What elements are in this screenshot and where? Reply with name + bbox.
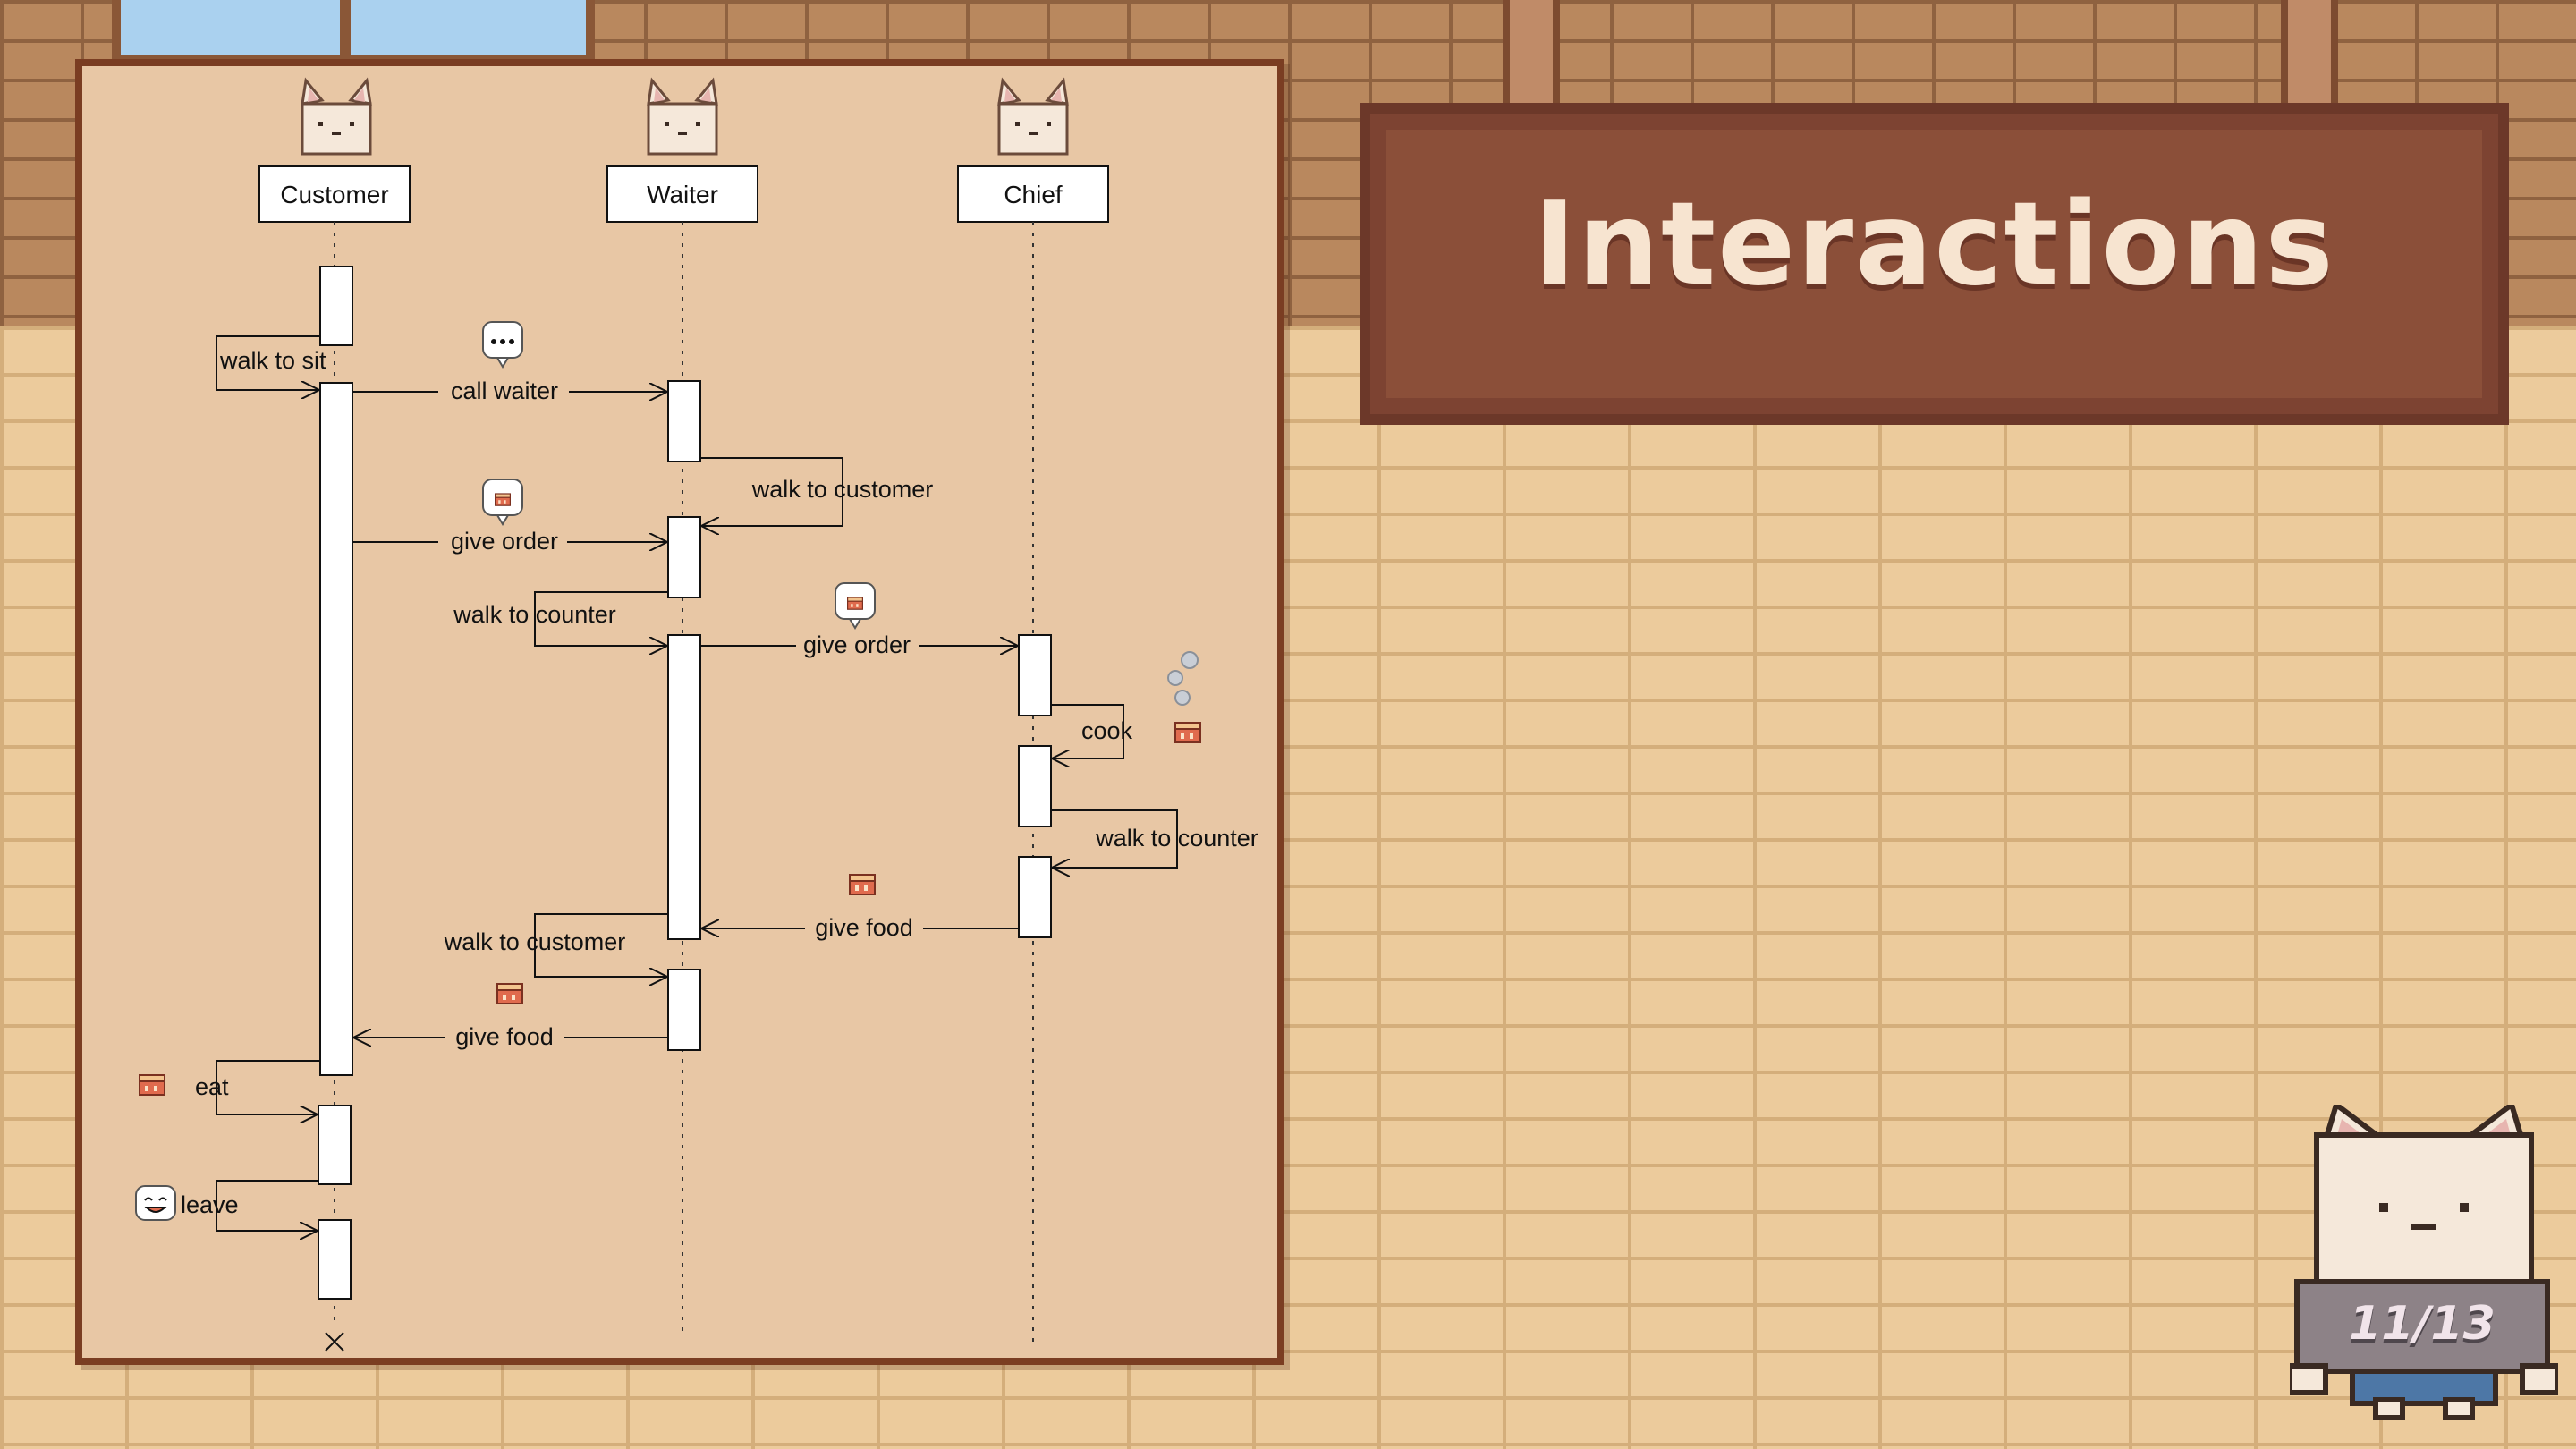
cake-icon-cook: [1174, 722, 1201, 743]
msg-eat: eat: [195, 1073, 229, 1100]
cake-icon-food-2: [496, 983, 523, 1004]
sequence-diagram-board: Customer Waiter Chief walk to sit call w…: [75, 59, 1284, 1365]
lifeline-label-waiter: Waiter: [647, 181, 718, 208]
lifeline-label-customer: Customer: [280, 181, 388, 208]
msg-call-waiter: call waiter: [451, 377, 558, 404]
happy-face-icon: [135, 1185, 176, 1221]
chief-cat-icon: [997, 79, 1069, 156]
page-indicator: 11/13: [2349, 1297, 2496, 1351]
msg-give-food-1: give food: [815, 914, 913, 941]
mascot-cat: [2290, 1105, 2558, 1420]
msg-give-order-1: give order: [451, 528, 558, 555]
cake-icon-food-1: [849, 874, 876, 895]
slide-title: Interactions: [1533, 178, 2335, 311]
customer-destroy-mark: [325, 1332, 344, 1352]
lifeline-label-chief: Chief: [1004, 181, 1063, 208]
speech-bubble-icon: [482, 321, 523, 368]
msg-cook: cook: [1081, 717, 1133, 744]
sign-post-left: [1503, 0, 1560, 107]
order-bubble-icon: [482, 479, 523, 525]
msg-give-order-2: give order: [803, 631, 911, 658]
activation-bars: [318, 266, 1052, 1300]
window: [112, 0, 595, 64]
steam-icon: [1167, 651, 1199, 706]
msg-walk-to-counter-2: walk to counter: [1095, 825, 1258, 852]
msg-walk-to-customer-2: walk to customer: [444, 928, 626, 955]
sequence-diagram: Customer Waiter Chief walk to sit call w…: [135, 79, 1258, 1352]
waiter-cat-icon: [647, 79, 718, 156]
msg-walk-to-sit: walk to sit: [219, 347, 326, 374]
sign-post-right: [2281, 0, 2338, 107]
order-bubble-icon-2: [835, 582, 876, 629]
cake-icon-eat: [139, 1074, 165, 1096]
msg-give-food-2: give food: [455, 1023, 554, 1050]
msg-walk-to-counter-1: walk to counter: [453, 601, 616, 628]
msg-leave: leave: [181, 1191, 239, 1218]
customer-cat-icon: [301, 79, 372, 156]
title-sign: Interactions: [1360, 103, 2509, 425]
msg-walk-to-customer-1: walk to customer: [751, 476, 934, 503]
